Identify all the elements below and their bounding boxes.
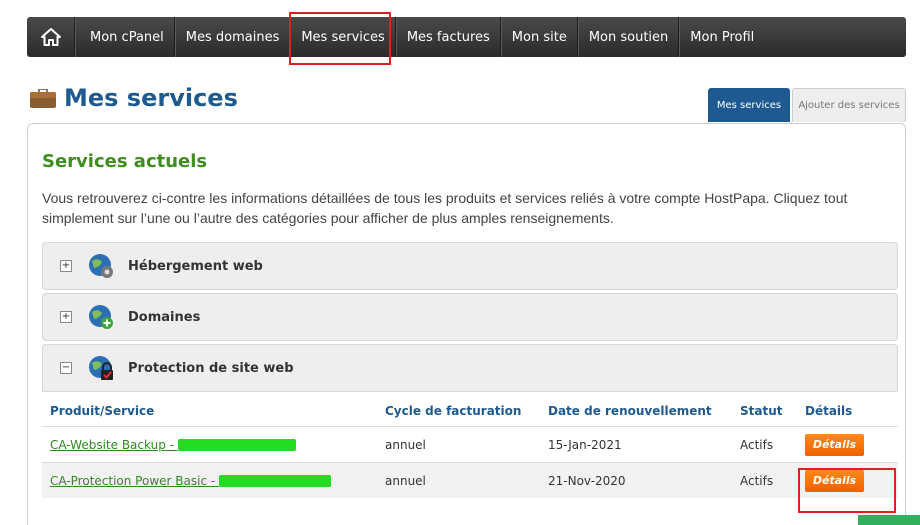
status-text: Actifs bbox=[740, 437, 774, 452]
category-hebergement-web[interactable]: + Hébergement web bbox=[42, 242, 898, 290]
category-label: Domaines bbox=[128, 309, 201, 325]
col-header-status: Statut bbox=[740, 404, 783, 418]
col-header-product: Produit/Service bbox=[50, 404, 155, 418]
product-link[interactable]: CA-Website Backup - bbox=[50, 438, 296, 452]
expand-toggle[interactable]: + bbox=[60, 311, 72, 323]
tab-ajouter-services[interactable]: Ajouter des services bbox=[792, 88, 906, 122]
details-button[interactable]: Détails bbox=[805, 469, 864, 492]
billing-cycle: annuel bbox=[385, 473, 426, 488]
tab-mes-services[interactable]: Mes services bbox=[708, 88, 790, 122]
main-nav: Mon cPanel Mes domaines Mes services Mes… bbox=[27, 17, 906, 57]
expand-toggle[interactable]: + bbox=[60, 260, 72, 272]
billing-cycle: annuel bbox=[385, 437, 426, 452]
nav-item-soutien[interactable]: Mon soutien bbox=[577, 17, 680, 57]
table-row: CA-Protection Power Basic - annuel 21-No… bbox=[42, 462, 898, 498]
collapse-toggle[interactable]: − bbox=[60, 362, 72, 374]
redaction-bar bbox=[219, 475, 332, 487]
category-domaines[interactable]: + Domaines bbox=[42, 293, 898, 341]
category-protection-site-web[interactable]: − Protection de site web bbox=[42, 344, 898, 392]
globe-gear-icon bbox=[88, 253, 114, 279]
details-button[interactable]: Détails bbox=[805, 433, 864, 456]
section-description: Vous retrouverez ci-contre les informati… bbox=[42, 190, 848, 226]
chat-widget-corner[interactable] bbox=[858, 515, 920, 525]
product-name: CA-Website Backup - bbox=[50, 437, 178, 452]
nav-item-cpanel[interactable]: Mon cPanel bbox=[75, 17, 175, 57]
product-link[interactable]: CA-Protection Power Basic - bbox=[50, 473, 332, 488]
nav-item-services[interactable]: Mes services bbox=[290, 17, 396, 57]
status-text: Actifs bbox=[740, 473, 774, 488]
home-icon[interactable] bbox=[27, 17, 75, 57]
redaction-bar bbox=[177, 439, 296, 451]
col-header-renewal: Date de renouvellement bbox=[548, 404, 712, 418]
page-title: Mes services bbox=[30, 84, 238, 112]
nav-item-profil[interactable]: Mon Profil bbox=[679, 17, 764, 57]
product-name: CA-Protection Power Basic - bbox=[50, 473, 220, 488]
nav-item-site[interactable]: Mon site bbox=[500, 17, 578, 57]
page-heading: Mes services bbox=[64, 84, 238, 112]
col-header-details: Détails bbox=[805, 404, 853, 418]
briefcase-icon bbox=[30, 87, 56, 108]
globe-lock-icon bbox=[88, 355, 114, 381]
category-label: Protection de site web bbox=[128, 360, 294, 376]
col-header-cycle: Cycle de facturation bbox=[385, 404, 522, 418]
services-table: Produit/Service Cycle de facturation Dat… bbox=[42, 396, 898, 498]
category-label: Hébergement web bbox=[128, 258, 263, 274]
globe-plus-icon bbox=[88, 304, 114, 330]
nav-item-factures[interactable]: Mes factures bbox=[395, 17, 501, 57]
table-header: Produit/Service Cycle de facturation Dat… bbox=[42, 396, 898, 426]
services-panel: Services actuels Vous retrouverez ci-con… bbox=[27, 123, 906, 525]
section-heading: Services actuels bbox=[42, 151, 208, 172]
renewal-date: 21-Nov-2020 bbox=[548, 473, 626, 488]
nav-item-domaines[interactable]: Mes domaines bbox=[174, 17, 291, 57]
renewal-date: 15-Jan-2021 bbox=[548, 437, 622, 452]
table-row: CA-Website Backup - annuel 15-Jan-2021 A… bbox=[42, 426, 898, 462]
